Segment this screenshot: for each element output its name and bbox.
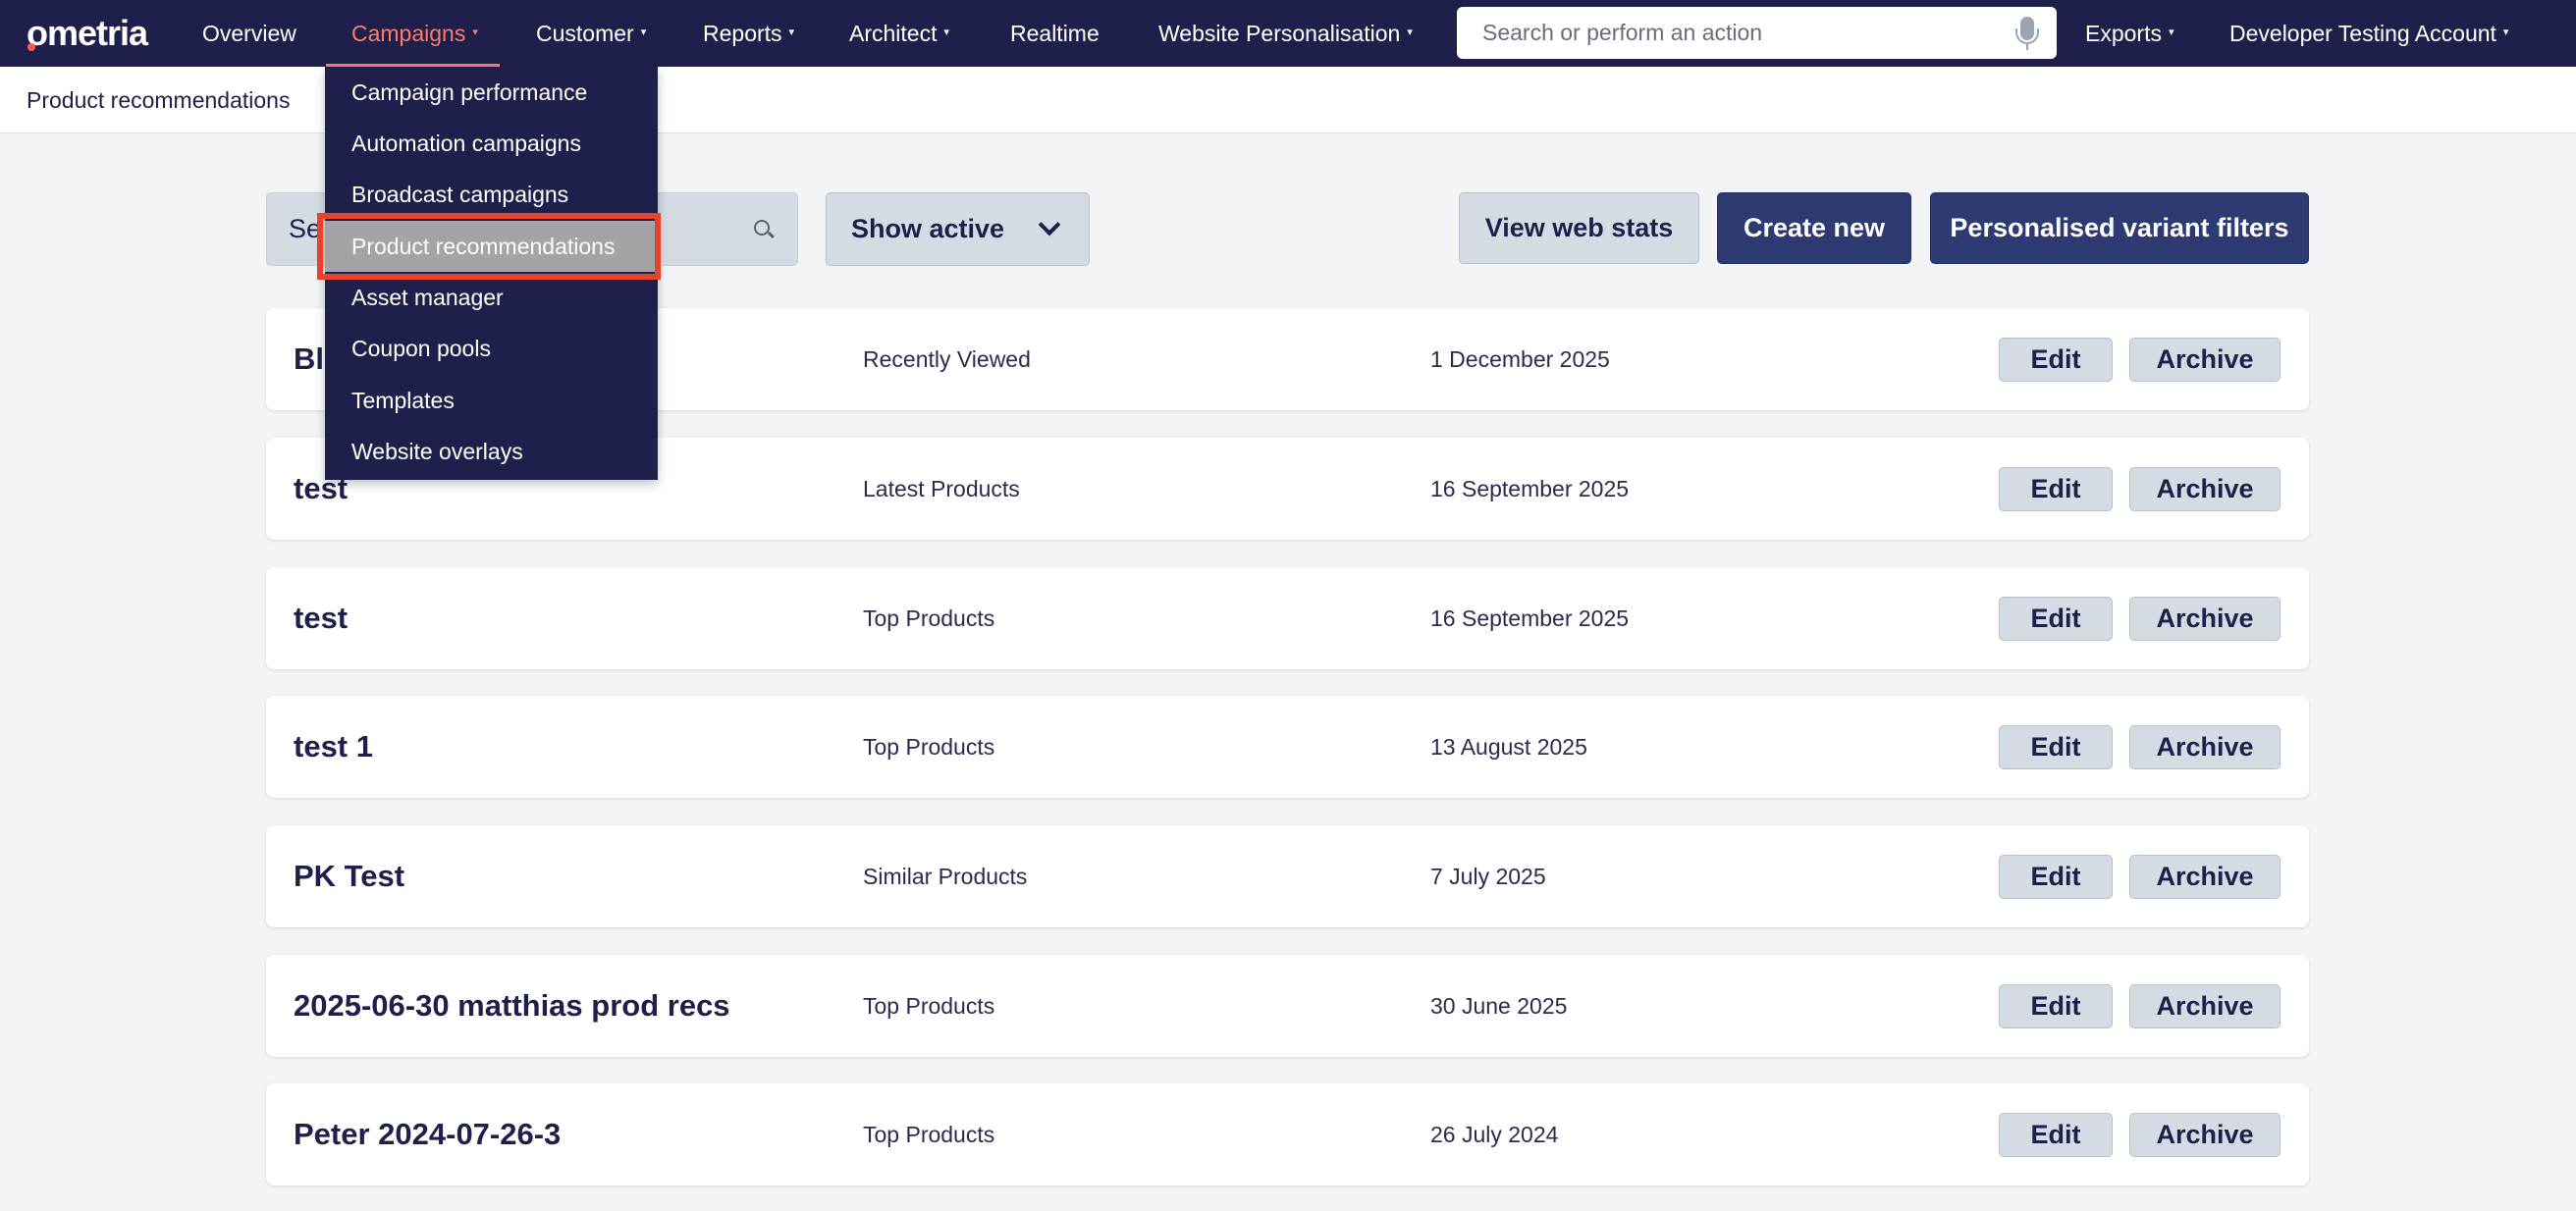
search-value: Se [289, 214, 322, 243]
menu-item-automation-campaigns[interactable]: Automation campaigns [325, 118, 658, 169]
view-web-stats-button[interactable]: View web stats [1459, 192, 1699, 264]
menu-item-website-overlays[interactable]: Website overlays [325, 426, 658, 477]
edit-button[interactable]: Edit [1999, 1113, 2113, 1157]
archive-button[interactable]: Archive [2129, 984, 2281, 1028]
archive-button[interactable]: Archive [2129, 725, 2281, 769]
nav-realtime-label: Realtime [1010, 20, 1100, 46]
caret-down-icon: ▾ [472, 26, 478, 38]
recommendation-name[interactable]: Bl [294, 308, 324, 410]
recommendation-date: 30 June 2025 [1430, 992, 1568, 1019]
nav-campaigns[interactable]: Campaigns ▾ [326, 0, 500, 67]
recommendation-name[interactable]: test [294, 567, 348, 669]
recommendation-name[interactable]: 2025-06-30 matthias prod recs [294, 955, 730, 1057]
menu-item-templates[interactable]: Templates [325, 375, 658, 426]
recommendation-type: Similar Products [863, 863, 1028, 889]
edit-button[interactable]: Edit [1999, 725, 2113, 769]
menu-item-coupon-pools[interactable]: Coupon pools [325, 323, 658, 374]
nav-exports-label: Exports [2085, 20, 2162, 46]
search-icon [754, 220, 770, 236]
status-filter-select[interactable]: Show active [826, 192, 1090, 266]
recommendation-date: 26 July 2024 [1430, 1121, 1559, 1147]
recommendation-type: Top Products [863, 1121, 995, 1147]
nav-website-personalisation-label: Website Personalisation [1158, 20, 1401, 46]
archive-button[interactable]: Archive [2129, 855, 2281, 899]
microphone-icon[interactable] [2015, 17, 2039, 50]
caret-down-icon: ▾ [1407, 26, 1413, 38]
caret-down-icon: ▾ [943, 26, 950, 38]
recommendation-type: Top Products [863, 992, 995, 1019]
create-new-button[interactable]: Create new [1717, 192, 1911, 264]
recommendation-date: 16 September 2025 [1430, 605, 1630, 631]
menu-item-product-recommendations[interactable]: Product recommendations [325, 221, 658, 272]
recommendation-type: Latest Products [863, 475, 1020, 501]
menu-item-broadcast-campaigns[interactable]: Broadcast campaigns [325, 169, 658, 220]
nav-realtime[interactable]: Realtime [1010, 0, 1100, 67]
campaigns-dropdown-menu: Campaign performance Automation campaign… [325, 67, 658, 480]
edit-button[interactable]: Edit [1999, 338, 2113, 382]
nav-reports[interactable]: Reports ▾ [703, 0, 794, 67]
archive-button[interactable]: Archive [2129, 338, 2281, 382]
archive-button[interactable]: Archive [2129, 467, 2281, 511]
edit-button[interactable]: Edit [1999, 855, 2113, 899]
status-filter-value: Show active [851, 214, 1005, 243]
logo-text: ometria [27, 13, 148, 53]
caret-down-icon: ▾ [788, 26, 795, 38]
nav-customer[interactable]: Customer ▾ [536, 0, 646, 67]
page-title: Product recommendations [27, 86, 291, 113]
edit-button[interactable]: Edit [1999, 467, 2113, 511]
recommendation-date: 13 August 2025 [1430, 733, 1587, 760]
recommendation-name[interactable]: Peter 2024-07-26-3 [294, 1083, 561, 1185]
chevron-down-icon [1038, 213, 1061, 237]
recommendation-type: Top Products [863, 605, 995, 631]
list-item: 2025-06-30 matthias prod recs Top Produc… [266, 955, 2309, 1057]
nav-overview-label: Overview [202, 20, 296, 46]
account-menu[interactable]: Developer Testing Account ▾ [2229, 0, 2508, 67]
nav-customer-label: Customer [536, 20, 634, 46]
menu-item-campaign-performance[interactable]: Campaign performance [325, 67, 658, 118]
account-name: Developer Testing Account [2229, 20, 2496, 46]
nav-exports[interactable]: Exports ▾ [2085, 0, 2174, 67]
caret-down-icon: ▾ [2168, 26, 2174, 38]
top-navigation: ometria Overview Campaigns ▾ Customer ▾ … [0, 0, 2576, 67]
nav-reports-label: Reports [703, 20, 782, 46]
recommendation-name[interactable]: PK Test [294, 825, 404, 927]
menu-item-asset-manager[interactable]: Asset manager [325, 272, 658, 323]
nav-overview[interactable]: Overview [202, 0, 296, 67]
nav-campaigns-label: Campaigns [351, 20, 466, 46]
nav-architect-label: Architect [849, 20, 938, 46]
caret-down-icon: ▾ [2502, 26, 2509, 38]
search-placeholder: Search or perform an action [1482, 20, 1763, 45]
list-item: test 1 Top Products 13 August 2025 Edit … [266, 696, 2309, 798]
ometria-logo[interactable]: ometria [27, 10, 148, 57]
caret-down-icon: ▾ [640, 26, 647, 38]
nav-architect[interactable]: Architect ▾ [849, 0, 949, 67]
logo-dot [27, 43, 35, 51]
recommendation-date: 16 September 2025 [1430, 475, 1630, 501]
personalised-variant-filters-button[interactable]: Personalised variant filters [1930, 192, 2309, 264]
edit-button[interactable]: Edit [1999, 597, 2113, 641]
recommendation-type: Recently Viewed [863, 345, 1031, 372]
global-search-input[interactable]: Search or perform an action [1457, 7, 2057, 59]
archive-button[interactable]: Archive [2129, 1113, 2281, 1157]
nav-website-personalisation[interactable]: Website Personalisation ▾ [1158, 0, 1413, 67]
recommendation-name[interactable]: test 1 [294, 696, 373, 798]
recommendation-date: 1 December 2025 [1430, 345, 1610, 372]
list-item: PK Test Similar Products 7 July 2025 Edi… [266, 825, 2309, 927]
list-item: test Top Products 16 September 2025 Edit… [266, 567, 2309, 669]
archive-button[interactable]: Archive [2129, 597, 2281, 641]
recommendation-type: Top Products [863, 733, 995, 760]
list-item: Peter 2024-07-26-3 Top Products 26 July … [266, 1083, 2309, 1185]
recommendation-date: 7 July 2025 [1430, 863, 1546, 889]
edit-button[interactable]: Edit [1999, 984, 2113, 1028]
